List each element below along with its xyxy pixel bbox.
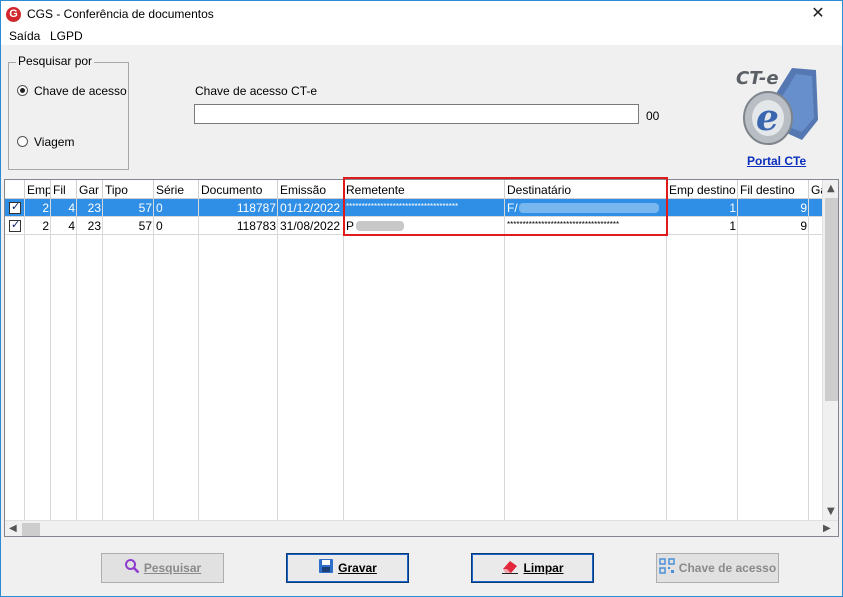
row-checkbox[interactable]	[9, 200, 21, 214]
cell-tipo: 57	[138, 201, 152, 215]
menu-item-lgpd[interactable]: LGPD	[50, 29, 83, 43]
limpar-button[interactable]: Limpar	[471, 553, 594, 583]
col-header-check[interactable]	[5, 180, 25, 199]
col-header-documento[interactable]: Documento	[199, 180, 278, 199]
cell-fil-destino: 9	[800, 201, 807, 215]
qr-code-icon	[659, 558, 675, 574]
col-header-gar[interactable]: Gar	[77, 180, 103, 199]
access-key-input[interactable]	[194, 104, 639, 124]
svg-text:e: e	[756, 97, 779, 139]
pesquisar-label: Pesquisar	[143, 561, 202, 575]
column-divider	[153, 199, 154, 520]
portal-cte-link[interactable]: Portal CTe	[747, 154, 806, 168]
access-key-suffix: 00	[646, 109, 660, 123]
save-icon	[319, 559, 334, 573]
column-divider	[808, 199, 809, 520]
cell-gar: 23	[87, 201, 101, 215]
column-divider	[198, 199, 199, 520]
col-header-tipo[interactable]: Tipo	[103, 180, 154, 199]
search-group-box	[8, 62, 129, 170]
horizontal-scrollbar[interactable]: ◀ ▶	[5, 520, 838, 536]
menu-item-saida[interactable]: Saída	[9, 29, 40, 43]
window-title: CGS - Conferência de documentos	[27, 7, 214, 21]
column-divider	[504, 199, 505, 520]
cell-documento: 118787	[236, 201, 276, 215]
title-bar: G CGS - Conferência de documentos ✕	[0, 0, 843, 27]
cell-emp-destino: 1	[729, 201, 736, 215]
cell-gar: 23	[87, 219, 101, 233]
cte-logo-text: CT-e	[736, 68, 779, 89]
scroll-up-icon[interactable]: ▲	[827, 183, 835, 194]
column-divider	[24, 199, 25, 520]
cell-emp: 2	[42, 201, 49, 215]
vertical-scroll-thumb[interactable]	[825, 198, 838, 401]
radio-viagem[interactable]	[17, 136, 28, 147]
eraser-icon	[502, 561, 519, 574]
cell-fil: 4	[68, 201, 75, 215]
column-divider	[343, 199, 344, 520]
menu-bar: Saída LGPD	[0, 27, 843, 45]
highlight-box	[343, 177, 668, 236]
cell-emissao: 01/12/2022	[280, 201, 341, 215]
radio-chave-de-acesso-label[interactable]: Chave de acesso	[34, 84, 127, 98]
row-checkbox[interactable]	[9, 218, 21, 232]
cell-emp-destino: 1	[729, 219, 736, 233]
col-header-emp[interactable]: Emp	[25, 180, 51, 199]
chave-de-acesso-label: Chave de acesso	[678, 561, 777, 575]
cell-fil: 4	[68, 219, 75, 233]
column-divider	[102, 199, 103, 520]
column-divider	[737, 199, 738, 520]
scroll-right-icon[interactable]: ▶	[823, 523, 831, 534]
cell-tipo: 57	[138, 219, 152, 233]
chave-de-acesso-button[interactable]: Chave de acesso	[656, 553, 779, 583]
col-header-fil-destino[interactable]: Fil destino	[738, 180, 809, 199]
limpar-label: Limpar	[523, 561, 564, 575]
cell-serie: 0	[156, 219, 163, 233]
cell-emissao: 31/08/2022	[280, 219, 341, 233]
cell-fil-destino: 9	[800, 219, 807, 233]
column-divider	[277, 199, 278, 520]
horizontal-scroll-thumb[interactable]	[22, 523, 40, 536]
col-header-emissao[interactable]: Emissão	[278, 180, 344, 199]
col-header-emp-destino[interactable]: Emp destino	[667, 180, 738, 199]
search-group-label: Pesquisar por	[16, 54, 95, 68]
col-header-serie[interactable]: Série	[154, 180, 199, 199]
access-key-label: Chave de acesso CT-e	[195, 84, 318, 98]
radio-viagem-label[interactable]: Viagem	[34, 135, 74, 149]
scroll-left-icon[interactable]: ◀	[9, 523, 17, 534]
column-divider	[50, 199, 51, 520]
app-logo-icon: G	[6, 7, 21, 22]
radio-chave-de-acesso[interactable]	[17, 85, 28, 96]
column-divider	[666, 199, 667, 520]
scroll-down-icon[interactable]: ▼	[827, 506, 835, 517]
col-header-fil[interactable]: Fil	[51, 180, 77, 199]
cell-serie: 0	[156, 201, 163, 215]
cell-emp: 2	[42, 219, 49, 233]
pesquisar-button[interactable]: Pesquisar	[101, 553, 224, 583]
gravar-button[interactable]: Gravar	[286, 553, 409, 583]
search-icon	[124, 559, 140, 574]
col-header-ga[interactable]: Ga	[809, 180, 823, 199]
column-divider	[76, 199, 77, 520]
cell-documento: 118783	[236, 219, 276, 233]
cte-logo-icon: e CT-e	[736, 68, 818, 145]
gravar-label: Gravar	[338, 561, 377, 575]
close-button[interactable]: ✕	[798, 2, 838, 26]
vertical-scrollbar[interactable]: ▲ ▼	[822, 180, 838, 520]
